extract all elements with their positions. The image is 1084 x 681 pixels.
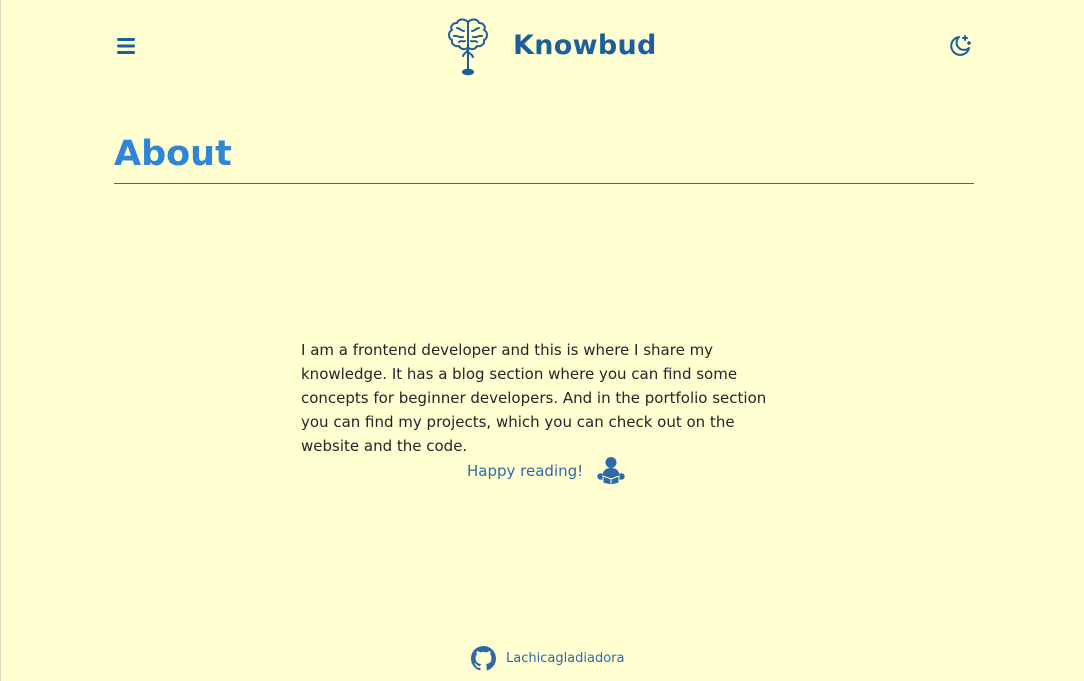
home-logo-link[interactable]: Knowbud: [445, 16, 657, 76]
person-reading-icon: [597, 457, 625, 486]
happy-reading-text: Happy reading!: [467, 462, 584, 480]
moon-icon: [950, 35, 971, 56]
site-header: Knowbud: [1, 0, 1084, 90]
title-divider: [114, 183, 974, 184]
menu-button[interactable]: [115, 34, 137, 58]
about-paragraph: I am a frontend developer and this is wh…: [301, 341, 767, 455]
hamburger-menu-icon: [117, 38, 135, 54]
theme-toggle-button[interactable]: [947, 33, 973, 59]
page-title: About: [114, 134, 232, 174]
happy-reading: Happy reading!: [467, 456, 628, 486]
github-icon: [471, 646, 496, 671]
github-username: Lachicagladiadora: [506, 651, 625, 666]
brain-tree-icon: [448, 18, 488, 76]
brand-name: Knowbud: [513, 29, 657, 61]
github-link[interactable]: Lachicagladiadora: [471, 646, 625, 671]
